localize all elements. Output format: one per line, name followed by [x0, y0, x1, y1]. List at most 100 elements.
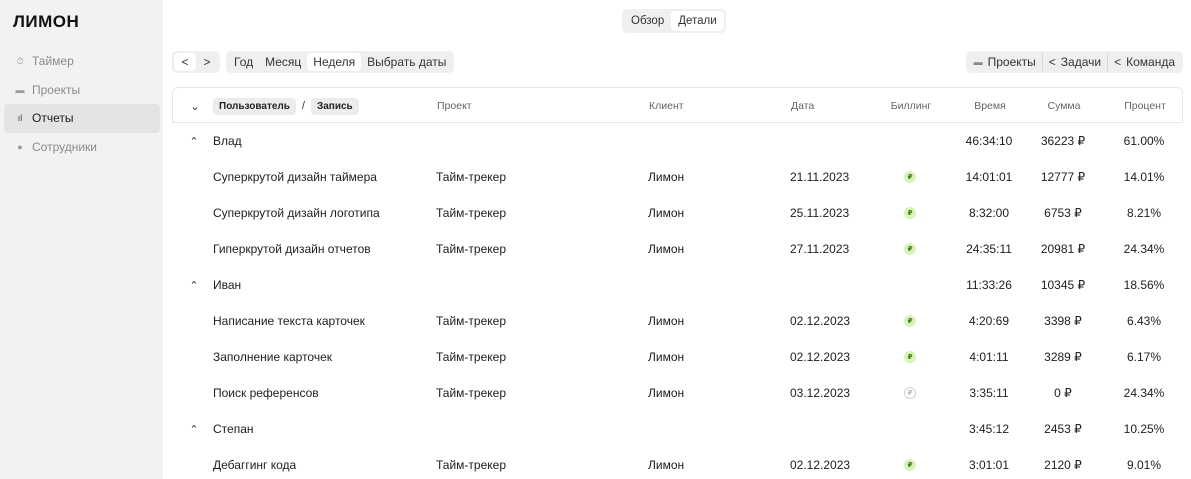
chevron-left-icon: < [181, 55, 189, 69]
column-percent[interactable]: Процент [1113, 88, 1177, 124]
group-toggle[interactable]: ⌃ [184, 267, 204, 303]
projects-button[interactable]: ▬ Проекты [968, 53, 1042, 71]
entry-date: 02.12.2023 [790, 458, 851, 472]
period-button-0[interactable]: Год [228, 53, 259, 71]
table-row[interactable]: Гиперкрутой дизайн отчетов Тайм-трекер Лим… [172, 231, 1183, 267]
group-row[interactable]: ⌃ Степан 3:45:12 2453 ₽ 10.25% [172, 411, 1183, 447]
projects-label: Проекты [987, 55, 1036, 69]
next-period-button[interactable]: > [196, 53, 218, 71]
entry-client: Лимон [648, 314, 685, 328]
percent-value: 8.21% [1126, 206, 1162, 220]
sum-value: 2120 ₽ [1044, 458, 1082, 472]
group-toggle[interactable]: ⌃ [184, 411, 204, 447]
sidebar-item-0[interactable]: ⏱ Таймер [4, 47, 160, 76]
prev-period-button[interactable]: < [174, 53, 196, 71]
group-toggle[interactable]: ⌃ [184, 123, 204, 159]
entry-date: 25.11.2023 [790, 206, 850, 220]
billing-toggle[interactable]: ₽ [884, 159, 936, 195]
chevron-up-icon: ⌃ [189, 279, 199, 292]
column-sum[interactable]: Сумма [1033, 88, 1095, 124]
sidebar-item-2[interactable]: ıl Отчеты [4, 104, 160, 133]
sum-value: 12777 ₽ [1040, 170, 1086, 184]
sum-value: 20981 ₽ [1040, 242, 1086, 256]
entry-client: Лимон [648, 350, 685, 364]
time-value: 4:20:69 [968, 314, 1010, 328]
time-value: 4:01:11 [969, 350, 1009, 364]
period-toolbar: < > Год Месяц Неделя Выбрать даты [172, 51, 455, 73]
group-name: Иван [213, 278, 242, 292]
sum-value: 2453 ₽ [1044, 422, 1082, 436]
entry-name: Дебаггинг кода [213, 458, 297, 472]
bar-chart-icon: ıl [17, 113, 23, 124]
billing-toggle[interactable]: ₽ [884, 447, 936, 479]
billable-ruble-icon: ₽ [904, 315, 916, 327]
time-value: 3:01:01 [968, 458, 1010, 472]
entry-client: Лимон [648, 386, 685, 400]
entry-client: Лимон [648, 458, 685, 472]
entry-client: Лимон [648, 206, 685, 220]
percent-value: 10.25% [1123, 422, 1165, 436]
table-row[interactable]: Поиск референсов Тайм-трекер Лимон 03.12.20… [172, 375, 1183, 411]
billing-toggle[interactable]: ₽ [884, 303, 936, 339]
chevron-down-icon: ⌄ [190, 100, 200, 113]
table-row[interactable]: Дебаггинг кода Тайм-трекер Лимон 02.12.2023… [172, 447, 1183, 479]
column-client[interactable]: Клиент [649, 88, 684, 124]
table-body: ⌃ Влад 46:34:10 36223 ₽ 61.00% Суперкрутой ди… [172, 123, 1183, 479]
group-row[interactable]: ⌃ Влад 46:34:10 36223 ₽ 61.00% [172, 123, 1183, 159]
view-switch: Обзор Детали [622, 9, 726, 33]
period-button-3[interactable]: Выбрать даты [361, 53, 452, 71]
chevron-left-icon: < [1114, 55, 1122, 69]
folder-icon: ▬ [973, 57, 983, 67]
grouping-breadcrumb: Пользователь / Запись [213, 88, 359, 124]
sum-value: 3398 ₽ [1044, 314, 1082, 328]
time-value: 11:33:26 [966, 278, 1012, 292]
sidebar-nav: ⏱ Таймер ▬ Проекты ıl Отчеты ● Сотрудники [4, 47, 160, 161]
group-record-chip[interactable]: Запись [310, 97, 359, 115]
sidebar-item-3[interactable]: ● Сотрудники [4, 133, 160, 162]
tab-details[interactable]: Детали [671, 11, 724, 31]
billable-ruble-icon: ₽ [904, 459, 916, 471]
table-row[interactable]: Суперкрутой дизайн логотипа Тайм-трекер Ли… [172, 195, 1183, 231]
chevron-up-icon: ⌃ [189, 135, 199, 148]
table-row[interactable]: Заполнение карточек Тайм-трекер Лимон 02.12… [172, 339, 1183, 375]
percent-value: 9.01% [1126, 458, 1162, 472]
billing-toggle[interactable]: ₽ [884, 339, 936, 375]
period-button-1[interactable]: Месяц [259, 53, 307, 71]
percent-value: 14.01% [1123, 170, 1165, 184]
entry-project: Тайм-трекер [436, 242, 506, 256]
tasks-button[interactable]: < Задачи [1041, 53, 1107, 71]
entry-project: Тайм-трекер [436, 386, 506, 400]
sum-value: 36223 ₽ [1040, 134, 1086, 148]
billing-toggle[interactable]: ₽ [884, 375, 936, 411]
time-value: 46:34:10 [965, 134, 1013, 148]
time-value: 3:35:11 [969, 386, 1009, 400]
group-user-chip[interactable]: Пользователь [213, 97, 296, 115]
entry-project: Тайм-трекер [436, 458, 506, 472]
group-row[interactable]: ⌃ Иван 11:33:26 10345 ₽ 18.56% [172, 267, 1183, 303]
billing-toggle[interactable]: ₽ [884, 231, 936, 267]
table-row[interactable]: Суперкрутой дизайн таймера Тайм-трекер Лим… [172, 159, 1183, 195]
period-selector: Год Месяц Неделя Выбрать даты [226, 51, 455, 73]
sum-value: 3289 ₽ [1044, 350, 1082, 364]
column-billing[interactable]: Биллинг [885, 88, 937, 124]
table-row[interactable]: Написание текста карточек Тайм-трекер Лимо… [172, 303, 1183, 339]
column-project[interactable]: Проект [437, 88, 472, 124]
tab-overview[interactable]: Обзор [624, 11, 671, 31]
entry-name: Заполнение карточек [213, 350, 333, 364]
sidebar-item-label: Таймер [32, 54, 74, 69]
group-separator: / [301, 100, 305, 112]
stopwatch-icon: ⏱ [16, 55, 24, 66]
column-date[interactable]: Дата [791, 88, 814, 124]
column-time[interactable]: Время [957, 88, 1023, 124]
entry-name: Поиск референсов [213, 386, 319, 400]
folder-icon: ▬ [15, 84, 25, 95]
billing-toggle[interactable]: ₽ [884, 195, 936, 231]
chevron-left-icon: < [1048, 55, 1056, 69]
sidebar-item-1[interactable]: ▬ Проекты [4, 76, 160, 105]
entry-date: 21.11.2023 [790, 170, 850, 184]
group-name: Влад [213, 134, 242, 148]
period-button-2[interactable]: Неделя [307, 53, 362, 71]
collapse-all-button[interactable]: ⌄ [185, 88, 205, 124]
billable-ruble-icon: ₽ [904, 171, 916, 183]
team-button[interactable]: < Команда [1107, 53, 1181, 71]
